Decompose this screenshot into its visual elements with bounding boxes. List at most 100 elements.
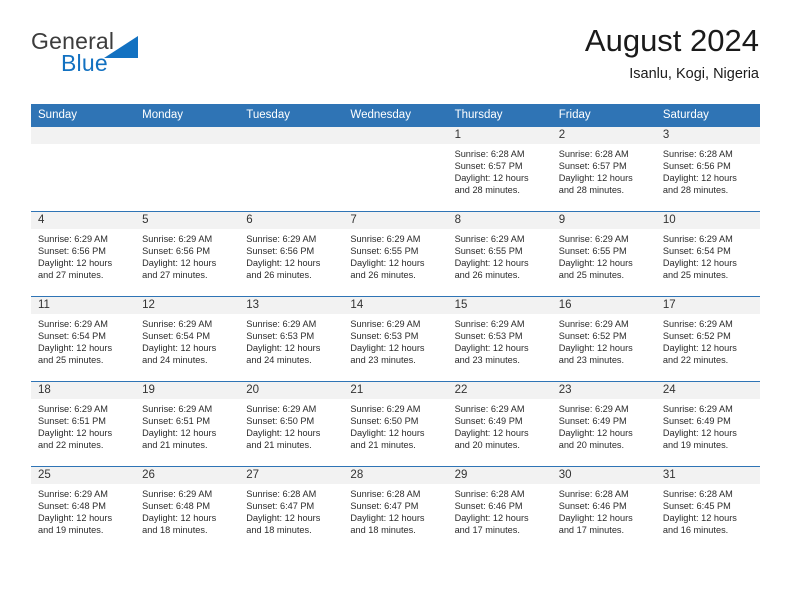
brand-logo[interactable]: General Blue bbox=[31, 28, 251, 90]
day-number: 31 bbox=[655, 467, 760, 484]
day-details: Sunrise: 6:28 AM Sunset: 6:57 PM Daylight:… bbox=[552, 144, 656, 196]
calendar-day-cell[interactable]: 16 Sunrise: 6:29 AM Sunset: 6:52 PM Dayligh… bbox=[551, 296, 656, 382]
daylight-text-line1: Daylight: 12 hours bbox=[662, 258, 737, 269]
day-number: 1 bbox=[447, 127, 552, 144]
weekday-header-thursday: Thursday bbox=[447, 104, 552, 127]
calendar-day-cell[interactable]: 23 Sunrise: 6:29 AM Sunset: 6:49 PM Dayligh… bbox=[551, 381, 656, 467]
sunrise-text: Sunrise: 6:29 AM bbox=[662, 319, 733, 329]
calendar-day-cell[interactable]: 3 Sunrise: 6:28 AM Sunset: 6:56 PM Daylight… bbox=[655, 126, 760, 212]
calendar-day-cell[interactable]: 22 Sunrise: 6:29 AM Sunset: 6:49 PM Dayligh… bbox=[447, 381, 552, 467]
calendar-day-cell[interactable]: 14 Sunrise: 6:29 AM Sunset: 6:53 PM Dayligh… bbox=[343, 296, 448, 382]
calendar-day-cell[interactable]: 8 Sunrise: 6:29 AM Sunset: 6:55 PM Daylight… bbox=[447, 211, 552, 297]
page-subtitle: Isanlu, Kogi, Nigeria bbox=[629, 66, 759, 82]
day-cell-content: 14 Sunrise: 6:29 AM Sunset: 6:53 PM Dayligh… bbox=[343, 297, 448, 381]
sunrise-text: Sunrise: 6:29 AM bbox=[350, 319, 421, 329]
calendar-day-cell[interactable]: 13 Sunrise: 6:29 AM Sunset: 6:53 PM Dayligh… bbox=[239, 296, 344, 382]
calendar-day-cell[interactable]: 4 Sunrise: 6:29 AM Sunset: 6:56 PM Daylight… bbox=[31, 211, 136, 297]
sunset-text: Sunset: 6:53 PM bbox=[350, 331, 419, 342]
calendar-day-cell[interactable]: 28 Sunrise: 6:28 AM Sunset: 6:47 PM Dayligh… bbox=[343, 466, 448, 551]
sunset-text: Sunset: 6:52 PM bbox=[558, 331, 627, 342]
day-number: 9 bbox=[551, 212, 656, 229]
page-header: General Blue August 2024 Isanlu, Kogi, N… bbox=[31, 23, 759, 92]
sunset-text: Sunset: 6:47 PM bbox=[350, 501, 419, 512]
calendar-day-cell[interactable]: 19 Sunrise: 6:29 AM Sunset: 6:51 PM Dayligh… bbox=[135, 381, 240, 467]
daylight-text-line1: Daylight: 12 hours bbox=[454, 173, 529, 184]
calendar-day-cell[interactable]: 15 Sunrise: 6:29 AM Sunset: 6:53 PM Dayligh… bbox=[447, 296, 552, 382]
calendar-day-cell[interactable]: 31 Sunrise: 6:28 AM Sunset: 6:45 PM Dayligh… bbox=[655, 466, 760, 551]
day-number: 5 bbox=[135, 212, 240, 229]
calendar-day-cell[interactable]: 26 Sunrise: 6:29 AM Sunset: 6:48 PM Dayligh… bbox=[135, 466, 240, 551]
calendar-week-row: 18 Sunrise: 6:29 AM Sunset: 6:51 PM Dayligh… bbox=[31, 381, 760, 467]
daylight-text-line1: Daylight: 12 hours bbox=[558, 173, 633, 184]
calendar-day-cell[interactable]: 9 Sunrise: 6:29 AM Sunset: 6:55 PM Daylight… bbox=[551, 211, 656, 297]
calendar-day-cell[interactable]: 29 Sunrise: 6:28 AM Sunset: 6:46 PM Dayligh… bbox=[447, 466, 552, 551]
daylight-text-line2: and 19 minutes. bbox=[662, 440, 729, 451]
sunrise-text: Sunrise: 6:29 AM bbox=[558, 319, 629, 329]
day-details: Sunrise: 6:28 AM Sunset: 6:46 PM Daylight:… bbox=[552, 484, 656, 536]
calendar-day-cell[interactable]: 25 Sunrise: 6:29 AM Sunset: 6:48 PM Dayligh… bbox=[31, 466, 136, 551]
day-number: 19 bbox=[135, 382, 240, 399]
sunset-text: Sunset: 6:53 PM bbox=[246, 331, 315, 342]
day-cell-content: 30 Sunrise: 6:28 AM Sunset: 6:46 PM Dayligh… bbox=[551, 467, 656, 551]
daylight-text-line1: Daylight: 12 hours bbox=[246, 428, 321, 439]
day-number: 10 bbox=[655, 212, 760, 229]
day-cell-content: 9 Sunrise: 6:29 AM Sunset: 6:55 PM Daylight… bbox=[551, 212, 656, 296]
sunset-text: Sunset: 6:45 PM bbox=[662, 501, 731, 512]
calendar-day-cell[interactable]: 7 Sunrise: 6:29 AM Sunset: 6:55 PM Daylight… bbox=[343, 211, 448, 297]
calendar-day-cell[interactable]: 5 Sunrise: 6:29 AM Sunset: 6:56 PM Daylight… bbox=[135, 211, 240, 297]
daylight-text-line2: and 28 minutes. bbox=[558, 185, 625, 196]
calendar-day-cell bbox=[135, 126, 240, 212]
sunrise-text: Sunrise: 6:29 AM bbox=[454, 404, 525, 414]
calendar-day-cell[interactable]: 12 Sunrise: 6:29 AM Sunset: 6:54 PM Dayligh… bbox=[135, 296, 240, 382]
sunrise-text: Sunrise: 6:29 AM bbox=[246, 319, 317, 329]
daylight-text-line1: Daylight: 12 hours bbox=[38, 428, 113, 439]
sunrise-text: Sunrise: 6:29 AM bbox=[38, 489, 108, 499]
calendar-day-cell[interactable]: 21 Sunrise: 6:29 AM Sunset: 6:50 PM Dayligh… bbox=[343, 381, 448, 467]
day-details: Sunrise: 6:29 AM Sunset: 6:53 PM Daylight:… bbox=[448, 314, 552, 366]
calendar-day-cell[interactable]: 10 Sunrise: 6:29 AM Sunset: 6:54 PM Dayligh… bbox=[655, 211, 760, 297]
daylight-text-line1: Daylight: 12 hours bbox=[558, 343, 633, 354]
day-cell-content: 6 Sunrise: 6:29 AM Sunset: 6:56 PM Daylight… bbox=[239, 212, 344, 296]
day-cell-content: 22 Sunrise: 6:29 AM Sunset: 6:49 PM Dayligh… bbox=[447, 382, 552, 466]
sunrise-text: Sunrise: 6:29 AM bbox=[246, 404, 317, 414]
calendar-day-cell[interactable]: 24 Sunrise: 6:29 AM Sunset: 6:49 PM Dayligh… bbox=[655, 381, 760, 467]
sunset-text: Sunset: 6:54 PM bbox=[662, 246, 731, 257]
calendar-day-cell[interactable]: 6 Sunrise: 6:29 AM Sunset: 6:56 PM Daylight… bbox=[239, 211, 344, 297]
daylight-text-line2: and 18 minutes. bbox=[246, 525, 312, 536]
day-details: Sunrise: 6:28 AM Sunset: 6:47 PM Daylight:… bbox=[343, 484, 447, 536]
day-details: Sunrise: 6:29 AM Sunset: 6:50 PM Daylight:… bbox=[343, 399, 447, 451]
day-number: 6 bbox=[239, 212, 344, 229]
sunrise-text: Sunrise: 6:29 AM bbox=[454, 319, 525, 329]
sunrise-text: Sunrise: 6:29 AM bbox=[246, 234, 317, 244]
sunrise-text: Sunrise: 6:29 AM bbox=[350, 234, 421, 244]
sunrise-text: Sunrise: 6:28 AM bbox=[454, 149, 525, 159]
daylight-text-line1: Daylight: 12 hours bbox=[142, 343, 217, 354]
sunset-text: Sunset: 6:46 PM bbox=[558, 501, 627, 512]
day-number: 13 bbox=[239, 297, 344, 314]
calendar-day-cell[interactable]: 1 Sunrise: 6:28 AM Sunset: 6:57 PM Daylight… bbox=[447, 126, 552, 212]
day-details: Sunrise: 6:29 AM Sunset: 6:53 PM Daylight:… bbox=[239, 314, 343, 366]
day-number bbox=[239, 127, 344, 144]
sunset-text: Sunset: 6:49 PM bbox=[454, 416, 523, 427]
day-number: 14 bbox=[343, 297, 448, 314]
sunset-text: Sunset: 6:47 PM bbox=[246, 501, 315, 512]
calendar-day-cell[interactable]: 2 Sunrise: 6:28 AM Sunset: 6:57 PM Daylight… bbox=[551, 126, 656, 212]
sunset-text: Sunset: 6:51 PM bbox=[38, 416, 106, 427]
calendar-day-cell[interactable]: 27 Sunrise: 6:28 AM Sunset: 6:47 PM Dayligh… bbox=[239, 466, 344, 551]
calendar-day-cell[interactable]: 20 Sunrise: 6:29 AM Sunset: 6:50 PM Dayligh… bbox=[239, 381, 344, 467]
calendar-day-cell[interactable]: 17 Sunrise: 6:29 AM Sunset: 6:52 PM Dayligh… bbox=[655, 296, 760, 382]
weekday-header-wednesday: Wednesday bbox=[343, 104, 448, 127]
daylight-text-line2: and 25 minutes. bbox=[558, 270, 625, 281]
day-details: Sunrise: 6:28 AM Sunset: 6:47 PM Daylight:… bbox=[239, 484, 343, 536]
day-cell-content: 1 Sunrise: 6:28 AM Sunset: 6:57 PM Daylight… bbox=[447, 127, 552, 211]
calendar-day-cell[interactable]: 30 Sunrise: 6:28 AM Sunset: 6:46 PM Dayligh… bbox=[551, 466, 656, 551]
calendar-day-cell[interactable]: 18 Sunrise: 6:29 AM Sunset: 6:51 PM Dayligh… bbox=[31, 381, 136, 467]
sunrise-text: Sunrise: 6:28 AM bbox=[350, 489, 421, 499]
daylight-text-line2: and 28 minutes. bbox=[454, 185, 520, 196]
day-number: 16 bbox=[551, 297, 656, 314]
calendar-day-cell[interactable]: 11 Sunrise: 6:29 AM Sunset: 6:54 PM Dayligh… bbox=[31, 296, 136, 382]
day-details: Sunrise: 6:29 AM Sunset: 6:55 PM Daylight:… bbox=[343, 229, 447, 281]
day-details: Sunrise: 6:29 AM Sunset: 6:56 PM Daylight:… bbox=[135, 229, 239, 281]
daylight-text-line1: Daylight: 12 hours bbox=[454, 343, 529, 354]
sunrise-text: Sunrise: 6:28 AM bbox=[662, 149, 733, 159]
